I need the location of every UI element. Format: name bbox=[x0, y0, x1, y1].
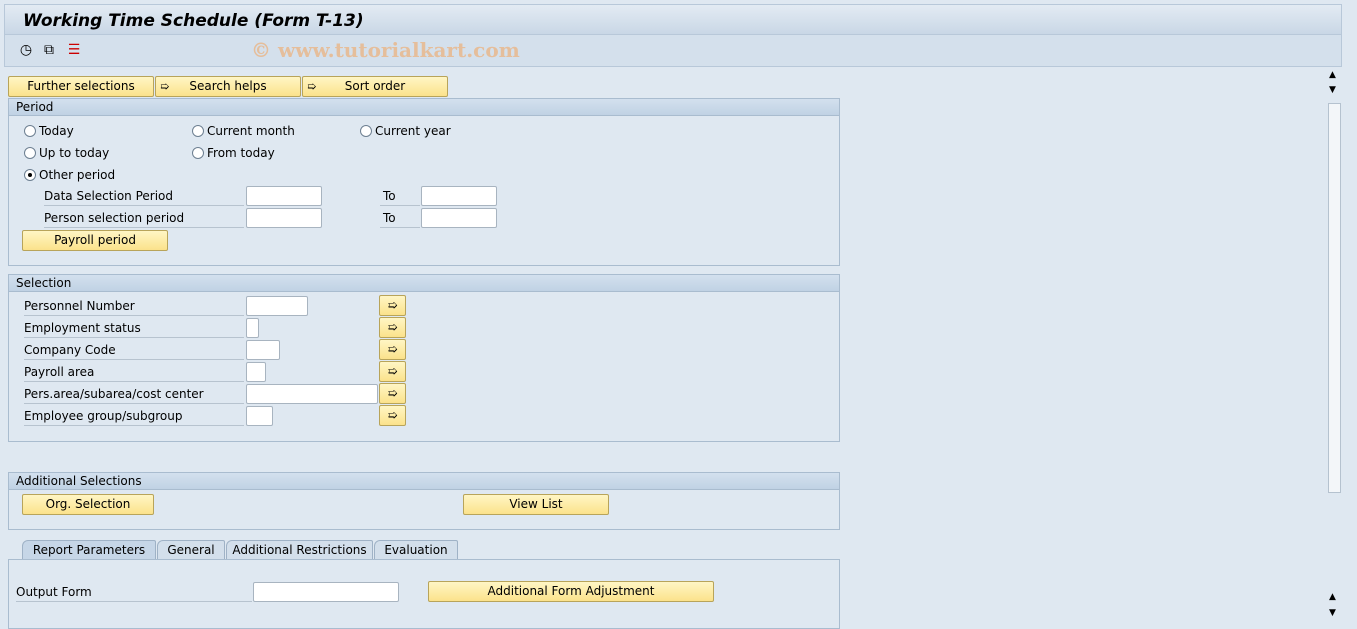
multiple-selection-button[interactable]: ➯ bbox=[379, 339, 406, 360]
scroll-down-icon[interactable]: ▼ bbox=[1329, 608, 1336, 618]
period-header: Period bbox=[9, 99, 839, 116]
further-selections-button[interactable]: Further selections bbox=[8, 76, 154, 97]
multiple-selection-button[interactable]: ➯ bbox=[379, 405, 406, 426]
vertical-scrollbar[interactable]: ▲ ▼ ▲ ▼ bbox=[1327, 70, 1342, 622]
output-form-input[interactable] bbox=[253, 582, 399, 602]
company-code-label: Company Code bbox=[24, 340, 244, 360]
radio-current-month[interactable]: Current month bbox=[192, 124, 295, 138]
radio-current-year[interactable]: Current year bbox=[360, 124, 451, 138]
tab-evaluation[interactable]: Evaluation bbox=[374, 540, 458, 560]
employment-status-label: Employment status bbox=[24, 318, 244, 338]
to-label: To bbox=[380, 208, 420, 228]
execute-clock-icon[interactable]: ◷ bbox=[17, 41, 35, 59]
view-list-button[interactable]: View List bbox=[463, 494, 609, 515]
watermark: © www.tutorialkart.com bbox=[251, 38, 520, 62]
org-selection-button[interactable]: Org. Selection bbox=[22, 494, 154, 515]
radio-label: From today bbox=[207, 146, 275, 160]
scroll-up-icon[interactable]: ▲ bbox=[1329, 592, 1336, 602]
data-selection-from-input[interactable] bbox=[246, 186, 322, 206]
radio-today[interactable]: Today bbox=[24, 124, 74, 138]
person-selection-period-label: Person selection period bbox=[44, 208, 244, 228]
selection-header: Selection bbox=[9, 275, 839, 292]
additional-form-adjustment-button[interactable]: Additional Form Adjustment bbox=[428, 581, 714, 602]
data-selection-period-label: Data Selection Period bbox=[44, 186, 244, 206]
multiple-selection-button[interactable]: ➯ bbox=[379, 383, 406, 404]
further-selections-label: Further selections bbox=[27, 79, 135, 93]
search-helps-label: Search helps bbox=[189, 79, 267, 93]
payroll-area-label: Payroll area bbox=[24, 362, 244, 382]
arrow-right-icon: ➯ bbox=[307, 80, 317, 93]
radio-other-period[interactable]: Other period bbox=[24, 168, 115, 182]
payroll-period-button[interactable]: Payroll period bbox=[22, 230, 168, 251]
payroll-area-input[interactable] bbox=[246, 362, 266, 382]
pers-area-input[interactable] bbox=[246, 384, 378, 404]
search-helps-button[interactable]: ➯ Search helps bbox=[155, 76, 301, 97]
employee-group-input[interactable] bbox=[246, 406, 273, 426]
arrow-right-icon: ➯ bbox=[160, 80, 170, 93]
multiple-selection-button[interactable]: ➯ bbox=[379, 295, 406, 316]
personnel-number-input[interactable] bbox=[246, 296, 308, 316]
multiple-selection-button[interactable]: ➯ bbox=[379, 317, 406, 338]
radio-label: Up to today bbox=[39, 146, 110, 160]
output-form-label: Output Form bbox=[16, 582, 252, 602]
employment-status-input[interactable] bbox=[246, 318, 259, 338]
radio-up-to-today[interactable]: Up to today bbox=[24, 146, 109, 160]
company-code-input[interactable] bbox=[246, 340, 280, 360]
sort-order-label: Sort order bbox=[344, 79, 406, 93]
pers-area-label: Pers.area/subarea/cost center bbox=[24, 384, 244, 404]
radio-label: Current month bbox=[207, 124, 295, 138]
radio-label: Other period bbox=[39, 168, 116, 182]
to-label: To bbox=[380, 186, 420, 206]
scroll-up-icon[interactable]: ▲ bbox=[1329, 70, 1336, 80]
tab-general[interactable]: General bbox=[157, 540, 225, 560]
scroll-down-icon[interactable]: ▼ bbox=[1329, 85, 1336, 95]
sort-order-button[interactable]: ➯ Sort order bbox=[302, 76, 448, 97]
page-title: Working Time Schedule (Form T-13) bbox=[23, 11, 364, 31]
person-selection-from-input[interactable] bbox=[246, 208, 322, 228]
tab-additional-restrictions[interactable]: Additional Restrictions bbox=[226, 540, 373, 560]
radio-label: Current year bbox=[375, 124, 451, 138]
additional-selections-header: Additional Selections bbox=[9, 473, 839, 490]
radio-label: Today bbox=[39, 124, 74, 138]
scroll-thumb[interactable] bbox=[1328, 103, 1341, 493]
tab-report-parameters[interactable]: Report Parameters bbox=[22, 540, 156, 560]
multiple-selection-button[interactable]: ➯ bbox=[379, 361, 406, 382]
copy-variant-icon[interactable]: ⧉ bbox=[40, 41, 58, 59]
data-selection-to-input[interactable] bbox=[421, 186, 497, 206]
layout-icon[interactable]: ☰ bbox=[65, 41, 83, 59]
radio-from-today[interactable]: From today bbox=[192, 146, 275, 160]
application-toolbar: ◷ ⧉ ☰ © www.tutorialkart.com bbox=[4, 35, 1342, 67]
employee-group-label: Employee group/subgroup bbox=[24, 406, 244, 426]
personnel-number-label: Personnel Number bbox=[24, 296, 244, 316]
title-bar: Working Time Schedule (Form T-13) bbox=[4, 4, 1342, 35]
person-selection-to-input[interactable] bbox=[421, 208, 497, 228]
